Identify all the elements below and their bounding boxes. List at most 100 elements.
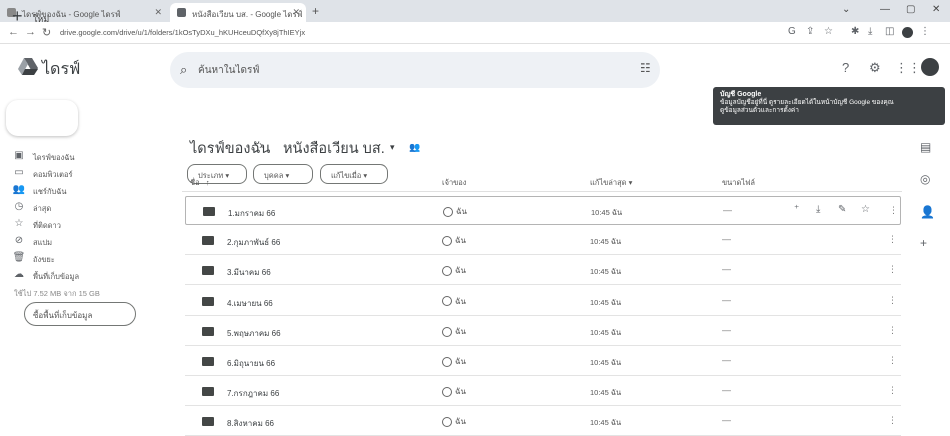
row-modified: 10:45 ฉัน	[590, 327, 622, 337]
star-icon[interactable]: ☆	[861, 204, 870, 215]
more-options-icon[interactable]: ⋮	[888, 415, 897, 426]
row-owner-label: ฉัน	[455, 296, 466, 306]
close-icon[interactable]: ✕	[154, 7, 162, 18]
maximize-icon[interactable]: ▢	[906, 4, 915, 15]
google-icon[interactable]: G	[788, 26, 796, 37]
search-icon[interactable]: ⌕	[180, 62, 187, 78]
download-icon[interactable]: ⤓	[816, 204, 820, 215]
row-name[interactable]: 2.กุมภาพันธ์ 66	[227, 236, 280, 249]
sidebar-item-trash[interactable]: 🗑 ถังขยะ	[0, 250, 165, 267]
menu-icon[interactable]: ⋮	[920, 26, 930, 37]
my-drive-icon: ▣	[14, 150, 24, 161]
sidebar-item-starred[interactable]: ☆ ที่ติดดาว	[0, 216, 165, 233]
row-size: —	[722, 355, 731, 365]
plus-icon: +	[12, 6, 23, 26]
more-options-icon[interactable]: ⋮	[888, 385, 897, 396]
share-icon[interactable]: ⇪	[806, 26, 814, 37]
sidebar-item-recent[interactable]: ◷ ล่าสุด	[0, 199, 165, 216]
row-name[interactable]: 1.มกราคม 66	[228, 207, 275, 220]
table-row[interactable]: 7.กรกฎาคม 66 ฉัน 10:45 ฉัน — ⋮	[185, 377, 901, 407]
row-owner-label: ฉัน	[456, 207, 467, 216]
filter-people-chip[interactable]: บุคคล ▾	[253, 164, 313, 184]
browser-tab-circular[interactable]: หนังสือเวียน บส. - Google ไดรฟ์ ✕	[170, 3, 306, 22]
more-options-icon[interactable]: ⋮	[888, 264, 897, 275]
bookmark-star-icon[interactable]: ☆	[824, 26, 833, 37]
chevron-down-icon[interactable]: ⌄	[842, 4, 850, 15]
search-options-icon[interactable]: ☷	[640, 61, 651, 75]
column-header-size[interactable]: ขนาดไฟล์	[722, 177, 755, 189]
more-options-icon[interactable]: ⋮	[888, 295, 897, 306]
row-name[interactable]: 5.พฤษภาคม 66	[227, 327, 281, 340]
add-addon-icon[interactable]: +	[920, 236, 927, 250]
filter-modified-chip[interactable]: แก้ไขเมื่อ ▾	[320, 164, 388, 184]
row-name[interactable]: 3.มีนาคม 66	[227, 266, 271, 279]
sidebar-item-storage[interactable]: ☁ พื้นที่เก็บข้อมูล	[0, 267, 165, 284]
new-tab-icon[interactable]: +	[312, 4, 319, 18]
sidebar-item-my-drive[interactable]: ▣ ไดรฟ์ของฉัน	[0, 148, 165, 165]
table-row[interactable]: 2.กุมภาพันธ์ 66 ฉัน 10:45 ฉัน — ⋮	[185, 226, 901, 256]
chip-label: บุคคล	[264, 171, 284, 180]
download-icon[interactable]: ⤓	[868, 26, 872, 37]
close-icon[interactable]: ✕	[292, 7, 300, 18]
account-tooltip: บัญชี Google ข้อมูลบัญชีอยู่ที่นี่ ดูราย…	[713, 87, 945, 125]
row-owner: ฉัน	[442, 234, 466, 247]
row-name[interactable]: 4.เมษายน 66	[227, 297, 273, 310]
keep-icon[interactable]: ◎	[920, 172, 930, 186]
breadcrumb-current[interactable]: หนังสือเวียน บส.	[283, 137, 385, 160]
sidebar-item-shared[interactable]: 👥 แชร์กับฉัน	[0, 182, 165, 199]
more-options-icon[interactable]: ⋮	[888, 325, 897, 336]
more-options-icon[interactable]: ⋮	[889, 205, 898, 216]
table-row[interactable]: 3.มีนาคม 66 ฉัน 10:45 ฉัน — ⋮	[185, 256, 901, 286]
cloud-icon: ☁	[14, 269, 24, 280]
contacts-icon[interactable]: 👤	[920, 205, 935, 219]
row-owner-label: ฉัน	[455, 357, 466, 366]
table-row[interactable]: 6.มิถุนายน 66 ฉัน 10:45 ฉัน — ⋮	[185, 347, 901, 376]
row-owner: ฉัน	[442, 385, 466, 398]
more-options-icon[interactable]: ⋮	[888, 355, 897, 366]
browser-tab-my-drive[interactable]: ไดรฟ์ของฉัน - Google ไดรฟ์ ✕	[0, 3, 168, 22]
reload-icon[interactable]: ↻	[42, 26, 51, 39]
sidebar-item-computers[interactable]: ▭ คอมพิวเตอร์	[0, 165, 165, 182]
url-field[interactable]: drive.google.com/drive/u/1/folders/1kOsT…	[60, 28, 305, 37]
table-row[interactable]: 5.พฤษภาคม 66 ฉัน 10:45 ฉัน — ⋮	[185, 317, 901, 346]
profile-icon[interactable]	[902, 27, 913, 38]
chevron-down-icon[interactable]: ▾	[390, 142, 395, 153]
row-name[interactable]: 8.สิงหาคม 66	[227, 417, 274, 430]
star-icon: ☆	[14, 218, 24, 229]
browser-tab-strip: ไดรฟ์ของฉัน - Google ไดรฟ์ ✕ หนังสือเวีย…	[0, 0, 950, 22]
search-input[interactable]: ค้นหาในไดรฟ์	[198, 63, 259, 78]
folder-icon	[202, 236, 214, 246]
row-name[interactable]: 7.กรกฎาคม 66	[227, 387, 279, 400]
column-header-modified[interactable]: แก้ไขล่าสุด ▾	[590, 177, 632, 189]
apps-grid-icon[interactable]: ⋮⋮	[895, 60, 921, 76]
row-name[interactable]: 6.มิถุนายน 66	[227, 357, 275, 370]
account-avatar[interactable]	[921, 58, 939, 76]
column-header-owner[interactable]: เจ้าของ	[442, 177, 466, 189]
table-row[interactable]: 4.เมษายน 66 ฉัน 10:45 ฉัน — ⋮	[185, 287, 901, 316]
settings-icon[interactable]: ⚙	[869, 60, 881, 76]
extensions-icon[interactable]: ✱	[851, 26, 859, 37]
help-icon[interactable]: ?	[842, 60, 849, 75]
more-options-icon[interactable]: ⋮	[888, 234, 897, 245]
sidebar-item-spam[interactable]: ⊘ สแปม	[0, 233, 165, 250]
back-icon[interactable]: ←	[8, 26, 19, 38]
row-size: —	[722, 385, 731, 396]
rename-icon[interactable]: ✎	[838, 204, 846, 215]
table-row[interactable]: 8.สิงหาคม 66 ฉัน 10:45 ฉัน — ⋮	[185, 407, 901, 436]
arrow-up-icon[interactable]: ↑	[206, 178, 210, 187]
sidepanel-icon[interactable]: ◫	[885, 26, 894, 37]
shared-folder-icon: 👥	[409, 142, 421, 152]
table-row[interactable]: 1.มกราคม 66 ฉัน 10:45 ฉัน — ⋮ ⁺ ⤓ ✎ ☆	[185, 196, 901, 225]
forward-icon[interactable]: →	[25, 26, 36, 38]
row-owner: ฉัน	[442, 415, 466, 428]
buy-storage-label: ซื้อพื้นที่เก็บข้อมูล	[33, 311, 93, 320]
column-header-name[interactable]: ชื่อ ↑	[190, 177, 210, 189]
close-window-icon[interactable]: ✕	[932, 4, 940, 15]
sidebar-item-label: สแปม	[33, 238, 53, 247]
minimize-icon[interactable]: —	[880, 4, 890, 15]
calendar-icon[interactable]: ▤	[920, 140, 931, 154]
storage-usage-text: ใช้ไป 7.52 MB จาก 15 GB	[14, 289, 100, 298]
new-button[interactable]	[6, 100, 78, 136]
row-size: —	[722, 264, 731, 275]
share-person-icon[interactable]: ⁺	[794, 204, 799, 215]
